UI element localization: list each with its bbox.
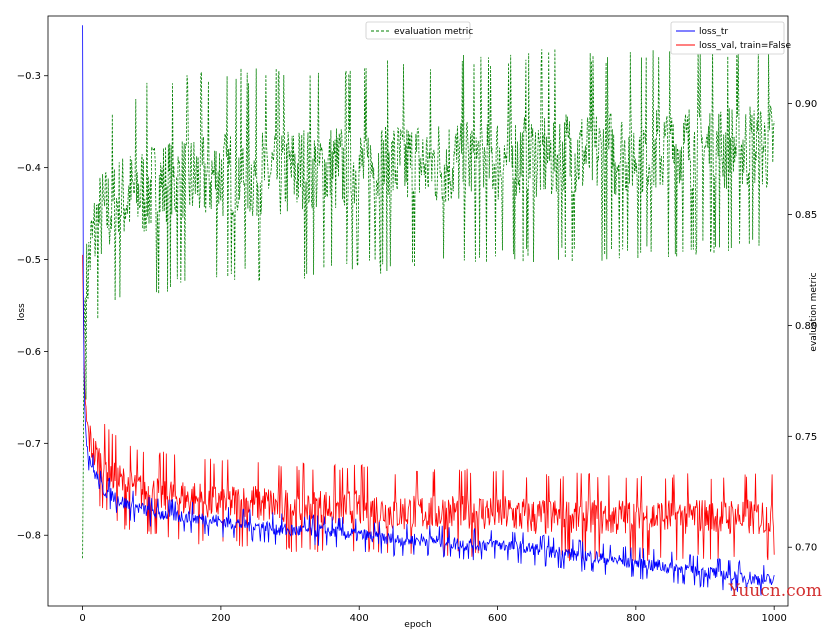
y2-axis-label: evaluation metric xyxy=(809,272,819,351)
y-tick-label: −0.7 xyxy=(17,439,41,450)
x-tick-label: 600 xyxy=(488,613,507,624)
legend-loss-val-label: loss_val, train=False xyxy=(699,41,791,51)
legend-metric: evaluation metric xyxy=(365,21,473,40)
y-tick-label: −0.3 xyxy=(17,71,41,82)
y2-tick-label: 0.90 xyxy=(795,99,817,110)
y2-tick-label: 0.70 xyxy=(795,543,817,554)
x-tick-label: 800 xyxy=(626,613,645,624)
x-axis: 0 200 400 600 800 1000 xyxy=(79,606,787,624)
x-tick-label: 200 xyxy=(211,613,230,624)
y-tick-label: −0.6 xyxy=(17,347,41,358)
legend-metric-label: evaluation metric xyxy=(394,27,473,37)
y-tick-label: −0.4 xyxy=(17,163,41,174)
x-tick-label: 400 xyxy=(350,613,369,624)
x-tick-label: 1000 xyxy=(761,613,786,624)
watermark: Yuucn.com xyxy=(728,581,822,601)
legend-loss-tr-label: loss_tr xyxy=(699,27,728,37)
y-tick-label: −0.5 xyxy=(17,255,41,266)
y-axis-label: loss xyxy=(17,303,27,321)
series-layer xyxy=(82,25,775,596)
chart: 0 200 400 600 800 1000 −0.8 −0.7 −0.6 −0.5 −0.4 −0… xyxy=(17,15,819,630)
y-tick-label: −0.8 xyxy=(17,531,41,542)
x-axis-label: epoch xyxy=(404,620,431,630)
legend-loss: loss_tr loss_val, train=False xyxy=(670,21,791,55)
y2-tick-label: 0.85 xyxy=(795,210,817,221)
x-tick-label: 0 xyxy=(79,613,85,624)
y2-tick-label: 0.75 xyxy=(795,432,817,443)
series-line-evaluation-metric xyxy=(82,44,775,559)
